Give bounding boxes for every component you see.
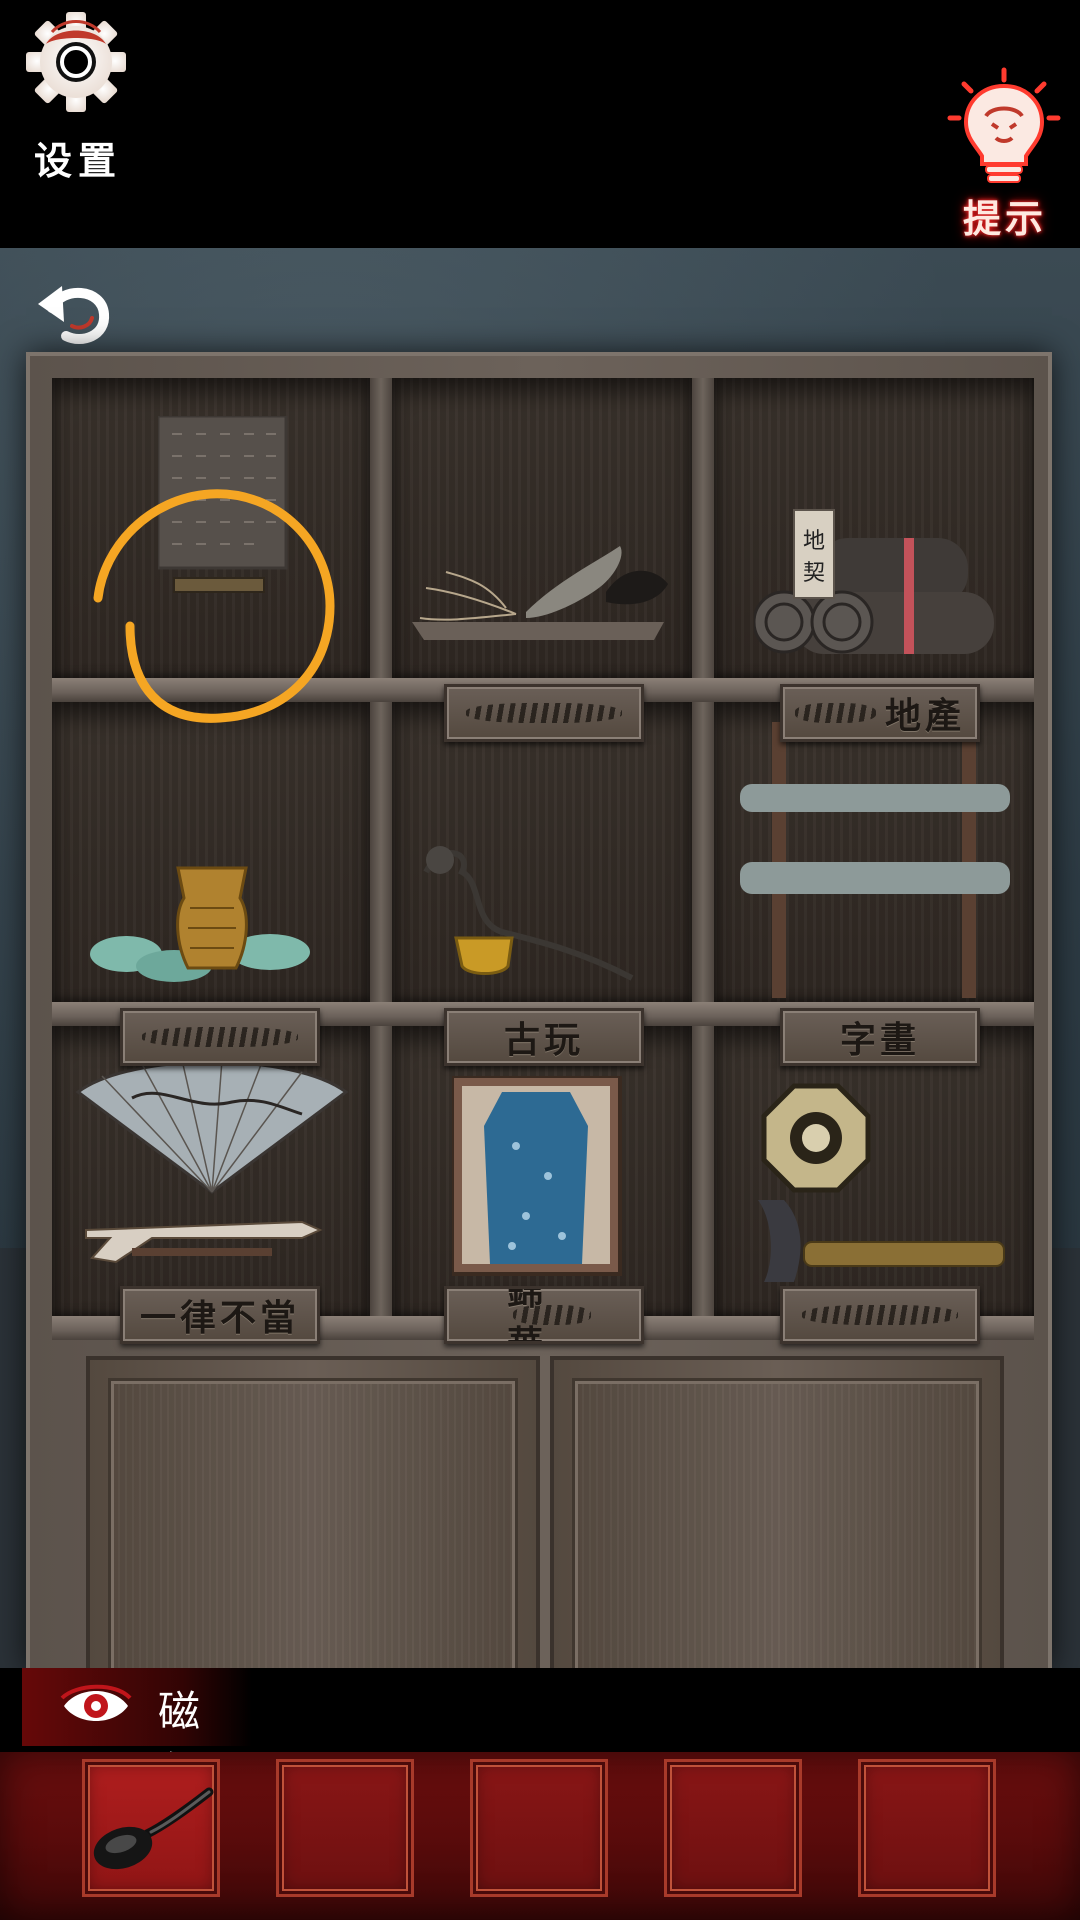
incense-cup[interactable] <box>412 832 662 982</box>
plaque-3-1: 一律不當 <box>120 1286 320 1344</box>
shelf-cell-3-2[interactable] <box>392 1026 692 1316</box>
cabinet-interior: 地 契 地產 古玩 字畫 一律不當 錦華 <box>52 378 1034 1344</box>
plaque-2-3: 字畫 <box>780 1008 980 1066</box>
plaque-3-3 <box>780 1286 980 1344</box>
shelf-cell-2-2[interactable] <box>392 702 692 1002</box>
item-name-bar: 磁勺 <box>0 1668 1080 1797</box>
bagua-mirror-and-telescope[interactable] <box>734 1082 1014 1292</box>
bronze-cup-and-jade[interactable] <box>90 858 320 988</box>
deed-label-char-1: 地 <box>803 529 825 554</box>
inventory-slot-3[interactable] <box>470 1759 608 1897</box>
hanging-scrolls[interactable] <box>730 702 1020 1002</box>
deed-label-char-2: 契 <box>803 561 825 586</box>
magnetic-spoon-icon <box>93 1787 214 1870</box>
eye-icon[interactable] <box>60 1684 132 1728</box>
shelf-cell-2-3[interactable] <box>714 702 1034 1002</box>
plaque-3-2: 錦華 <box>444 1286 644 1344</box>
settings-button[interactable]: 设置 <box>22 10 132 183</box>
cabinet-doors[interactable] <box>86 1356 1006 1676</box>
land-deed-scrolls[interactable]: 地 契 <box>754 508 1004 658</box>
ginseng-tray[interactable] <box>406 522 676 652</box>
inventory-slot-2[interactable] <box>276 1759 414 1897</box>
back-arrow-icon[interactable] <box>32 268 118 354</box>
shelf-cell-1-3[interactable]: 地 契 <box>714 378 1034 678</box>
shelf-cell-1-2[interactable] <box>392 378 692 678</box>
plaque-1-2 <box>444 684 644 742</box>
display-cabinet: 地 契 地產 古玩 字畫 一律不當 錦華 <box>26 352 1052 1676</box>
plaque-2-2: 古玩 <box>444 1008 644 1066</box>
hint-button[interactable]: 提示 <box>946 66 1066 241</box>
shelf-cell-3-1[interactable] <box>52 1026 370 1316</box>
lightbulb-icon <box>947 67 1061 183</box>
inventory-slot-4[interactable] <box>664 1759 802 1897</box>
cabinet-door-right[interactable] <box>550 1356 1004 1676</box>
inventory-bar <box>0 1752 1080 1920</box>
settings-label: 设置 <box>33 138 122 183</box>
top-bar: 设置 提示 <box>0 0 1080 248</box>
gear-icon <box>26 12 126 112</box>
framed-qipao[interactable] <box>452 1076 622 1276</box>
fan-and-pistol[interactable] <box>72 1052 352 1282</box>
shelf-cell-1-1[interactable] <box>52 378 370 678</box>
shelf-cell-2-1[interactable] <box>52 702 370 1002</box>
cabinet-divider <box>370 378 392 1338</box>
hint-label: 提示 <box>962 196 1047 241</box>
cabinet-divider <box>692 378 714 1338</box>
plaque-2-1 <box>120 1008 320 1066</box>
current-item-banner[interactable]: 磁勺 <box>22 1668 252 1797</box>
inventory-slot-5[interactable] <box>858 1759 996 1897</box>
inventory-slot-1[interactable] <box>82 1759 220 1897</box>
cabinet-door-left[interactable] <box>86 1356 540 1676</box>
shelf-cell-3-3[interactable] <box>714 1026 1034 1316</box>
stone-tablet[interactable] <box>158 416 288 596</box>
plaque-1-3: 地產 <box>780 684 980 742</box>
